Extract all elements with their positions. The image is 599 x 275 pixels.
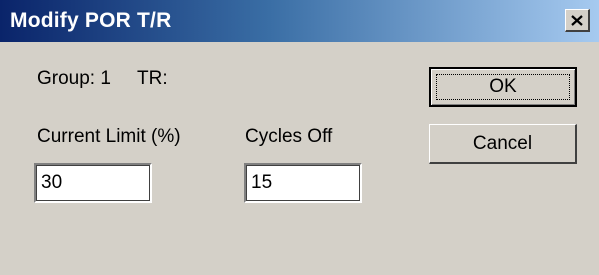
focus-rectangle [436,74,570,100]
title-bar[interactable]: Modify POR T/R [0,0,599,42]
cycles-off-label: Cycles Off [245,126,333,147]
close-icon [571,14,583,26]
current-limit-input[interactable] [34,163,152,203]
tr-label: TR: [137,68,168,89]
cancel-button[interactable]: Cancel [429,124,577,164]
current-limit-label: Current Limit (%) [37,126,181,147]
cycles-off-input[interactable] [244,163,362,203]
ok-button[interactable]: OK [429,67,577,107]
group-label: Group: 1 [37,68,111,89]
modify-por-tr-dialog: Modify POR T/R Group: 1 TR: Current Limi… [0,0,599,275]
cancel-button-label: Cancel [472,132,533,154]
window-title: Modify POR T/R [10,9,172,32]
close-button[interactable] [565,9,590,32]
